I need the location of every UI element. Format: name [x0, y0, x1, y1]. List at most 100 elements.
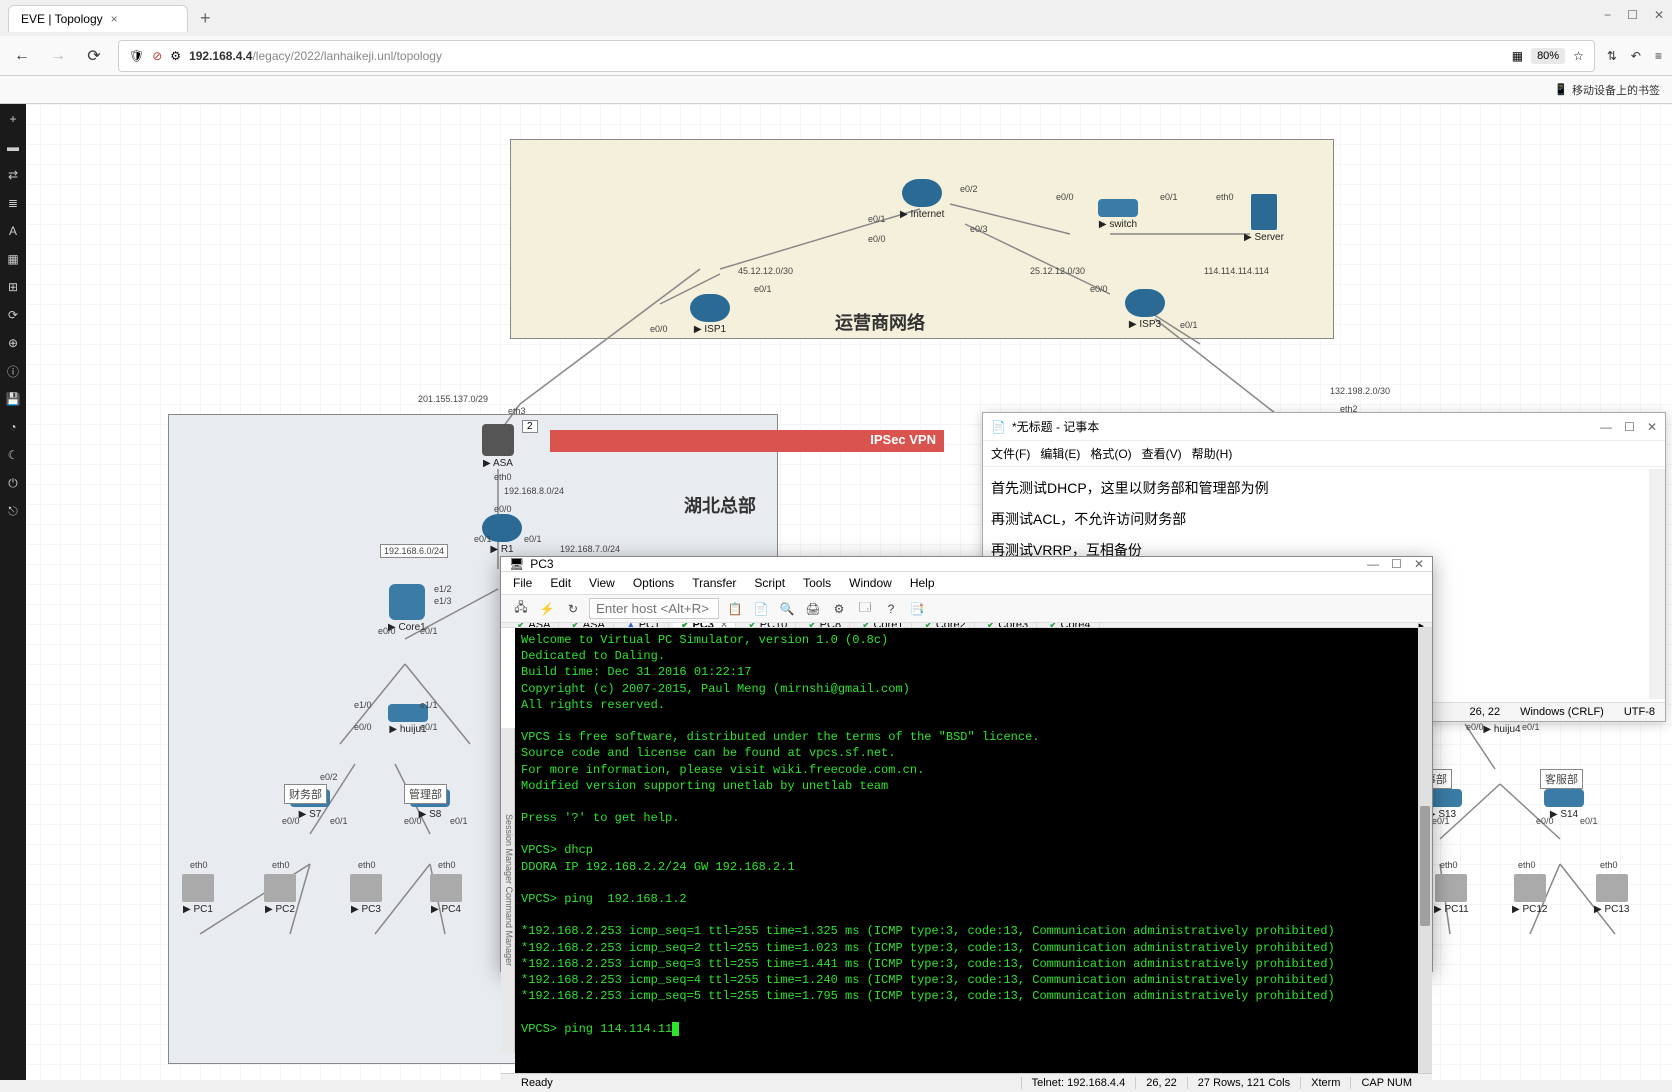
notepad-scrollbar[interactable] [1649, 469, 1665, 699]
power-icon[interactable]: ⏻ [4, 474, 22, 492]
menu-view[interactable]: 查看(V) [1142, 445, 1182, 462]
maximize-icon[interactable]: ☐ [1624, 420, 1635, 434]
star-icon[interactable]: ☆ [1573, 49, 1584, 63]
device-pc3[interactable]: ▶ PC3 [350, 874, 382, 915]
menu-file[interactable]: File [513, 576, 532, 590]
device-isp3[interactable]: ▶ ISP3 [1125, 289, 1165, 330]
info-icon[interactable]: ⓘ [4, 362, 22, 380]
session-icon[interactable]: 🗔 [855, 599, 875, 619]
clock-icon[interactable]: ◔ [4, 418, 22, 436]
device-internet[interactable]: ▶ Internet [900, 179, 944, 220]
menu-help[interactable]: Help [910, 576, 935, 590]
close-icon[interactable]: ✕ [1647, 420, 1657, 434]
browser-tab[interactable]: EVE | Topology × [8, 5, 188, 32]
list-icon[interactable]: ≣ [4, 194, 22, 212]
dark-icon[interactable]: ☾ [4, 446, 22, 464]
zoom-icon[interactable]: ⊕ [4, 334, 22, 352]
maximize-icon[interactable]: ☐ [1627, 8, 1638, 22]
host-input[interactable] [589, 598, 719, 619]
exit-icon[interactable]: ⎋ [4, 502, 22, 520]
lock-icon[interactable]: ⊘ [152, 49, 162, 63]
settings-icon[interactable]: ⚙ [829, 599, 849, 619]
device-pc4[interactable]: ▶ PC4 [430, 874, 462, 915]
menu-edit[interactable]: 编辑(E) [1040, 445, 1080, 462]
menu-view[interactable]: View [589, 576, 615, 590]
text-icon[interactable]: A [4, 222, 22, 240]
topology-canvas[interactable]: + ▬ ⇄ ≣ A ▦ ⊞ ⟳ ⊕ ⓘ 💾 ◔ ☾ ⏻ ⎋ 运营商网络 湖北总部… [0, 104, 1672, 1080]
session-manager-label[interactable]: Session Manager Command Manager [501, 728, 515, 1053]
grid-icon[interactable]: ⊞ [4, 278, 22, 296]
shield-icon[interactable]: 🛡 [129, 49, 144, 63]
forward-button[interactable]: → [46, 44, 70, 68]
menu-tools[interactable]: Tools [803, 576, 831, 590]
terminal-body[interactable]: Welcome to Virtual PC Simulator, version… [515, 628, 1432, 1073]
node-icon[interactable]: ▬ [4, 138, 22, 156]
copy-icon[interactable]: 📋 [725, 599, 745, 619]
device-pc11[interactable]: ▶ PC11 [1434, 874, 1469, 915]
image-icon[interactable]: ▦ [4, 250, 22, 268]
device-pc12[interactable]: ▶ PC12 [1512, 874, 1547, 915]
close-icon[interactable]: × [111, 12, 118, 26]
minimize-icon[interactable]: — [1367, 557, 1379, 571]
minimize-icon[interactable]: — [1600, 420, 1612, 434]
help-icon[interactable]: ? [881, 599, 901, 619]
paste-icon[interactable]: 📄 [751, 599, 771, 619]
port-label: e0/1 [420, 626, 438, 636]
device-asa[interactable]: ▶ ASA [482, 424, 514, 469]
terminal-window[interactable]: 🖥 PC3 — ☐ ✕ File Edit View Options Trans… [500, 556, 1433, 972]
bookmark-bar: 📱 移动设备上的书签 [0, 76, 1672, 104]
print-icon[interactable]: 🖨 [803, 599, 823, 619]
menu-script[interactable]: Script [754, 576, 785, 590]
menu-options[interactable]: Options [633, 576, 674, 590]
url-box[interactable]: 🛡 ⊘ ⚙ 192.168.4.4/legacy/2022/lanhaikeji… [118, 40, 1595, 72]
device-pc2[interactable]: ▶ PC2 [264, 874, 296, 915]
terminal-titlebar[interactable]: 🖥 PC3 — ☐ ✕ [501, 557, 1432, 572]
port-label: e0/0 [494, 504, 512, 514]
settings-icon[interactable]: ⚙ [170, 49, 181, 63]
close-icon[interactable]: ✕ [1414, 557, 1424, 571]
find-icon[interactable]: 🔍 [777, 599, 797, 619]
link-icon[interactable]: ⇄ [4, 166, 22, 184]
refresh-icon[interactable]: ⟳ [4, 306, 22, 324]
close-icon[interactable]: ✕ [1654, 8, 1664, 22]
device-pc13[interactable]: ▶ PC13 [1594, 874, 1629, 915]
menu-icon[interactable]: ≡ [1655, 49, 1662, 63]
port-label: eth0 [1518, 860, 1536, 870]
minimize-icon[interactable]: − [1604, 8, 1611, 22]
back-button[interactable]: ← [10, 44, 34, 68]
terminal-scrollbar[interactable] [1418, 628, 1432, 1073]
scroll-thumb[interactable] [1420, 806, 1430, 926]
menu-format[interactable]: 格式(O) [1090, 445, 1131, 462]
terminal-menu: File Edit View Options Transfer Script T… [501, 572, 1432, 595]
extension-icon[interactable]: ⇅ [1607, 49, 1617, 63]
reload-button[interactable]: ⟳ [82, 44, 106, 68]
zoom-badge[interactable]: 80% [1531, 48, 1565, 64]
connect-icon[interactable]: 🖧 [511, 599, 531, 619]
status-size: 27 Rows, 121 Cols [1187, 1077, 1300, 1089]
device-server[interactable]: ▶ Server [1244, 194, 1284, 243]
menu-file[interactable]: 文件(F) [991, 445, 1030, 462]
menu-edit[interactable]: Edit [550, 576, 571, 590]
add-icon[interactable]: + [4, 110, 22, 128]
notepad-titlebar[interactable]: 📄 *无标题 - 记事本 — ☐ ✕ [983, 413, 1665, 441]
new-tab-button[interactable]: + [192, 8, 219, 29]
mobile-bookmarks-link[interactable]: 📱 移动设备上的书签 [1554, 82, 1660, 98]
device-pc1[interactable]: ▶ PC1 [182, 874, 214, 915]
dept-guanli: 管理部 [404, 784, 447, 804]
quick-icon[interactable]: ⚡ [537, 599, 557, 619]
qr-icon[interactable]: ▦ [1512, 49, 1523, 63]
device-switch[interactable]: ▶ switch [1098, 199, 1138, 230]
reconnect-icon[interactable]: ↻ [563, 599, 583, 619]
port-label: e0/0 [378, 626, 396, 636]
about-icon[interactable]: 📑 [907, 599, 927, 619]
save-icon[interactable]: 💾 [4, 390, 22, 408]
menu-help[interactable]: 帮助(H) [1192, 445, 1233, 462]
port-label: e1/1 [420, 700, 438, 710]
device-isp1[interactable]: ▶ ISP1 [690, 294, 730, 335]
port-label: e0/0 [1090, 284, 1108, 294]
menu-transfer[interactable]: Transfer [692, 576, 736, 590]
port-label: e0/0 [282, 816, 300, 826]
menu-window[interactable]: Window [849, 576, 892, 590]
maximize-icon[interactable]: ☐ [1391, 557, 1402, 571]
undo-icon[interactable]: ↶ [1631, 49, 1641, 63]
